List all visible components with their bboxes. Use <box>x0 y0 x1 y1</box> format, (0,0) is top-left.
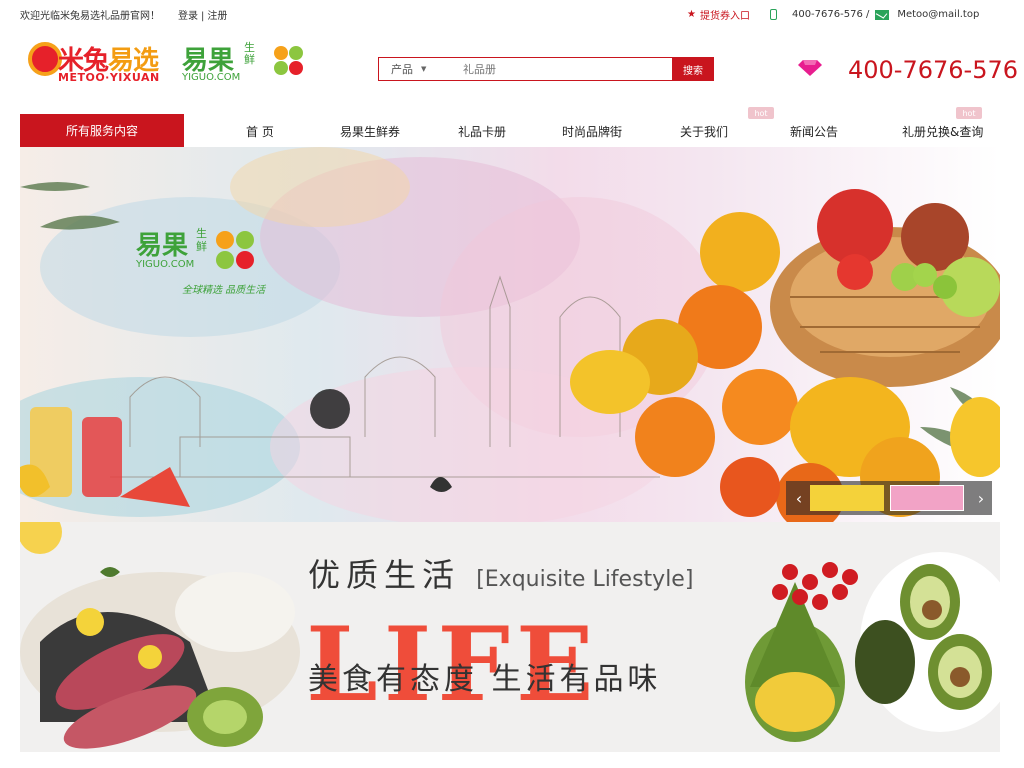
hotline-number: 400-7676-576 <box>848 56 1019 84</box>
yiguo-logo-side: 生鲜 <box>244 41 255 66</box>
hot-badge: hot <box>956 107 982 119</box>
top-bar: 欢迎光临米兔易选礼品册官网！ 登录 | 注册 ★ 提货券入口 400-7676-57… <box>0 0 1024 26</box>
top-phone: 400-7676-576 / <box>769 9 870 20</box>
nav-item-about[interactable]: 关于我们 <box>680 123 728 140</box>
lifestyle-title-en: [Exquisite Lifestyle] <box>476 567 694 592</box>
search-input[interactable] <box>435 58 672 80</box>
clover-icon <box>216 231 256 271</box>
register-link[interactable]: 注册 <box>207 11 227 22</box>
hero-banner[interactable]: 易果 生鲜 YIGUO.COM 全球精选 品质生活 ‹ › <box>20 147 1000 522</box>
hero-slogan: 全球精选 品质生活 <box>182 285 266 296</box>
mail-icon <box>875 9 890 20</box>
search-bar: 产品 ▼ 搜索 <box>378 57 714 81</box>
auth-links: 登录 | 注册 <box>178 7 227 22</box>
top-email-address: Metoo@mail.top <box>897 9 980 20</box>
main-nav: 所有服务内容 首 页 易果生鲜券 礼品卡册 时尚品牌街 关于我们 新闻公告 礼册… <box>20 107 1000 147</box>
all-services-menu[interactable]: 所有服务内容 <box>20 114 184 147</box>
top-phone-number: 400-7676-576 / <box>791 9 870 20</box>
nav-item-redeem[interactable]: 礼册兑换&查询 <box>902 123 983 140</box>
carousel-thumb-2[interactable] <box>890 485 964 511</box>
hero-brand-side: 生鲜 <box>196 227 207 253</box>
lifestyle-title-cn: 优质生活 <box>308 556 461 594</box>
chevron-down-icon: ▼ <box>421 65 427 73</box>
top-email[interactable]: Metoo@mail.top <box>875 9 979 20</box>
top-right-info: ★ 提货券入口 400-7676-576 / Metoo@mail.top <box>687 7 993 22</box>
search-category-select[interactable]: 产品 ▼ <box>379 58 435 80</box>
search-button[interactable]: 搜索 <box>672 57 714 81</box>
metoo-logo[interactable]: 米兔易选 METOO·YIXUAN <box>28 40 173 88</box>
carousel-thumb-1[interactable] <box>810 485 884 511</box>
lifestyle-subtitle: 美食有态度 生活有品味 <box>308 662 662 697</box>
yiguo-logo[interactable]: 易果 生鲜 YIGUO.COM <box>182 40 307 90</box>
voucher-entry-label: 提货券入口 <box>699 11 750 22</box>
metoo-logo-en: METOO·YIXUAN <box>58 71 160 84</box>
yiguo-logo-en: YIGUO.COM <box>182 72 241 83</box>
lifestyle-banner[interactable]: LIFE 优质生活 [Exquisite Lifestyle] 美食有态度 生活… <box>20 522 1000 752</box>
hero-brand-en: YIGUO.COM <box>136 259 195 270</box>
clover-icon <box>274 46 304 76</box>
hero-illustration <box>20 147 1000 522</box>
nav-item-home[interactable]: 首 页 <box>246 123 274 140</box>
nav-item-fashion-brands[interactable]: 时尚品牌街 <box>562 123 622 140</box>
carousel-thumbnails: ‹ › <box>786 481 992 515</box>
separator: | <box>201 11 205 22</box>
hero-brand-cn: 易果 <box>136 231 189 261</box>
chevron-left-icon[interactable]: ‹ <box>792 489 806 508</box>
chevron-right-icon[interactable]: › <box>974 489 988 508</box>
header: 米兔易选 METOO·YIXUAN 易果 生鲜 YIGUO.COM 产品 ▼ 搜… <box>0 26 1024 114</box>
welcome-text: 欢迎光临米兔易选礼品册官网！ <box>20 11 160 22</box>
star-icon: ★ <box>687 9 696 20</box>
lifestyle-title: 优质生活 [Exquisite Lifestyle] <box>308 550 693 596</box>
login-link[interactable]: 登录 <box>178 11 198 22</box>
nav-item-yiguo-voucher[interactable]: 易果生鲜券 <box>340 123 400 140</box>
hot-badge: hot <box>748 107 774 119</box>
voucher-entry-link[interactable]: ★ 提货券入口 <box>687 7 750 22</box>
nav-item-news[interactable]: 新闻公告 <box>790 123 838 140</box>
hero-brand-block: 易果 生鲜 YIGUO.COM 全球精选 品质生活 <box>136 225 276 305</box>
metoo-logo-mark <box>28 42 62 76</box>
phone-icon <box>769 9 777 20</box>
nav-item-gift-card[interactable]: 礼品卡册 <box>458 123 506 140</box>
diamond-icon <box>798 60 822 76</box>
